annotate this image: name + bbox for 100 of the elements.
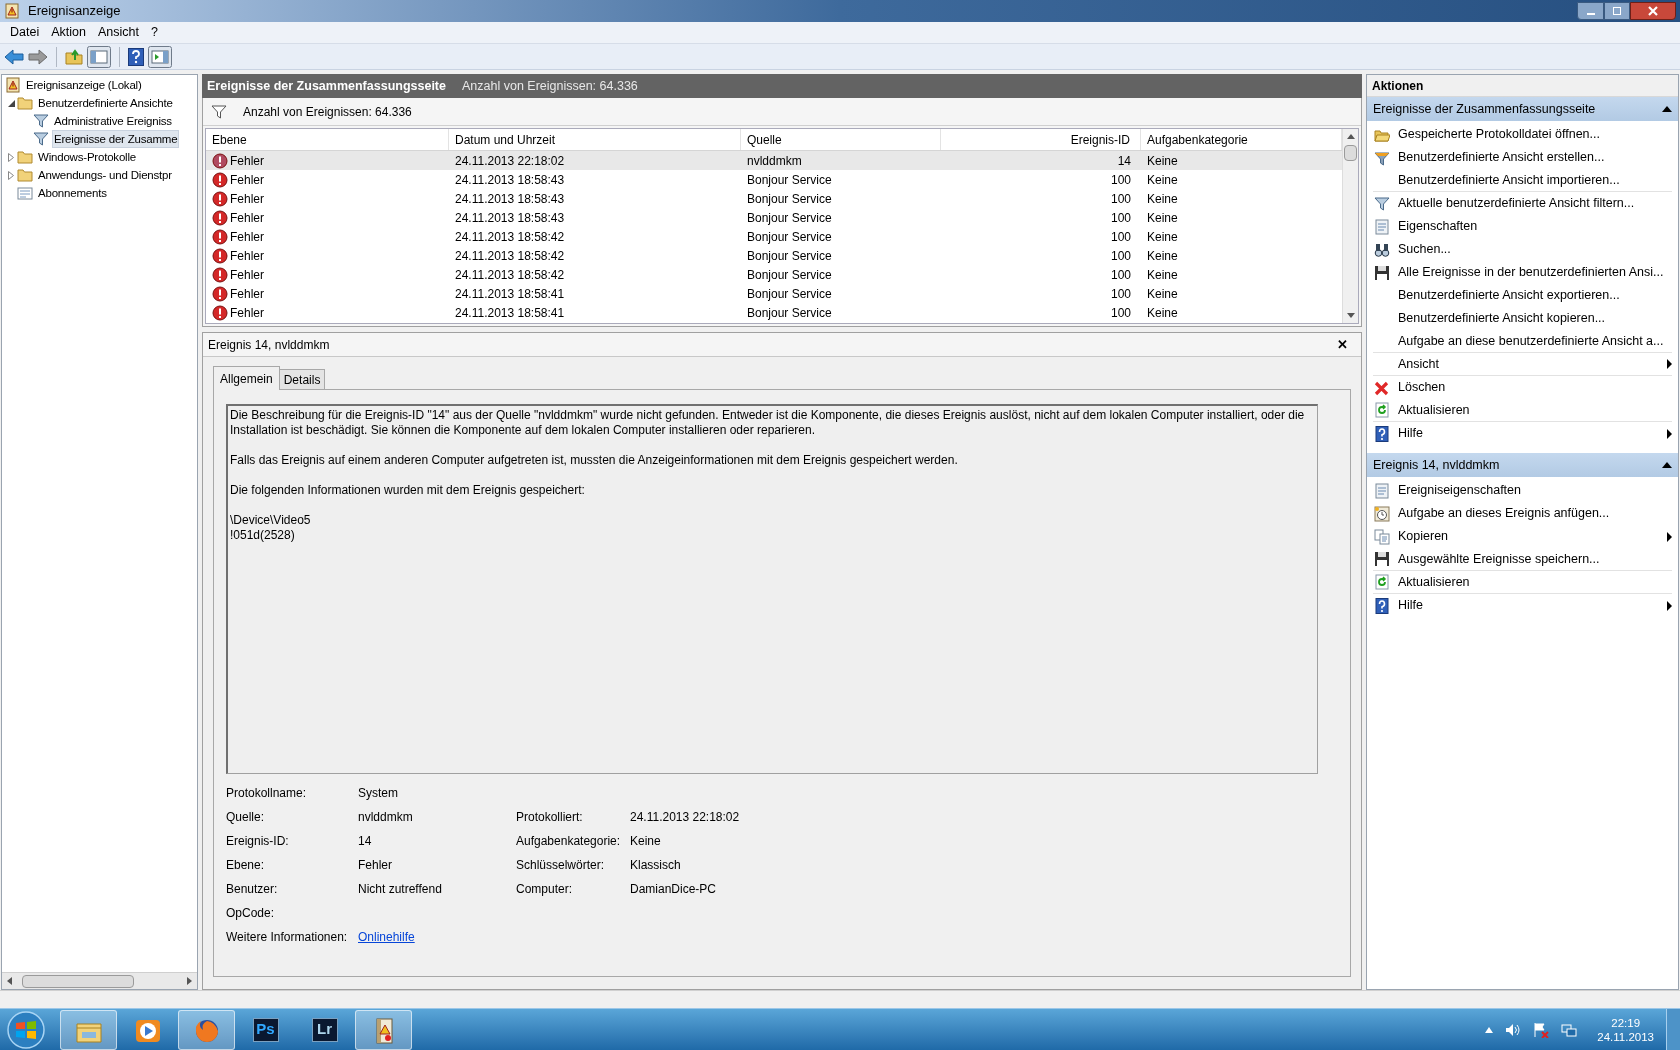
table-cell-text: Fehler [230,304,264,322]
tree-item[interactable]: Benutzerdefinierte Ansichte [36,94,175,112]
table-row[interactable]: Fehler 24.11.2013 18:58:42 Bonjour Service 100 Keine [206,246,1342,265]
section-header[interactable]: Ereignisse der Zusammenfassungsseite [1367,97,1678,121]
action-item[interactable]: Aktualisieren [1373,571,1672,594]
menu-item[interactable]: Ansicht [91,22,145,43]
network-icon[interactable] [1561,1021,1578,1038]
funnel-icon [1374,195,1390,212]
clock-date[interactable]: 24.11.2013 [1597,1029,1654,1044]
refresh-icon [1374,574,1390,590]
action-item[interactable]: Benutzerdefinierte Ansicht exportieren... [1373,284,1672,307]
folder-up-icon[interactable] [65,48,83,65]
action-item[interactable]: Suchen... [1373,238,1672,261]
action-item[interactable]: Benutzerdefinierte Ansicht kopieren... [1373,307,1672,330]
table-cell-text: Bonjour Service [746,285,833,303]
table-row[interactable]: Fehler 24.11.2013 18:58:43 Bonjour Service 100 Keine [206,189,1342,208]
expand-icon[interactable] [8,170,14,180]
close-button[interactable] [1630,2,1676,20]
field-label: Quelle: [226,810,266,825]
action-item[interactable]: Ereigniseigenschaften [1373,479,1672,502]
expand-icon[interactable] [8,152,14,162]
action-item[interactable]: Benutzerdefinierte Ansicht importieren... [1373,169,1672,192]
collapse-caret-icon[interactable] [1662,106,1672,112]
table-cell-text: Fehler [230,209,264,227]
error-icon [212,190,228,207]
action-item[interactable]: Aktualisieren [1373,399,1672,422]
field-label: Ereignis-ID: [226,834,290,849]
help-icon[interactable] [128,47,144,66]
taskbar-button[interactable] [178,1009,235,1050]
error-icon [212,152,228,169]
column-header[interactable]: Datum und Uhrzeit [449,129,741,150]
field-label: Computer: [516,882,574,897]
menu-item[interactable]: ? [144,22,164,43]
action-item[interactable]: Ausgewählte Ereignisse speichern... [1373,548,1672,571]
table-row[interactable]: Fehler 24.11.2013 18:58:42 Bonjour Service 100 Keine [206,227,1342,246]
table-cell-text: 24.11.2013 18:58:43 [454,171,566,189]
action-item[interactable]: Aufgabe an diese benutzerdefinierte Ansicht a... [1373,330,1672,353]
forward-arrow-icon[interactable] [28,48,48,65]
action-item[interactable]: Eigenschaften [1373,215,1672,238]
menu-item[interactable]: Datei [4,22,46,43]
help-link[interactable]: Onlinehilfe [358,930,415,944]
table-cell-text: 24.11.2013 18:58:43 [454,190,566,208]
taskbar-button[interactable] [355,1009,412,1050]
back-arrow-icon[interactable] [4,48,24,65]
tree-item[interactable]: Abonnements [36,184,109,202]
close-icon [1374,379,1390,396]
flag-icon[interactable] [1533,1021,1550,1038]
column-header[interactable]: Ereignis-ID [941,129,1141,150]
minimize-button[interactable] [1577,2,1604,20]
collapse-caret-icon[interactable] [1662,462,1672,468]
pane-title: Aktionen [1367,75,1678,97]
taskbar-button[interactable] [60,1009,117,1050]
table-cell-text: 100 [1109,247,1132,265]
table-cell-text: 24.11.2013 18:58:42 [454,247,566,265]
field-value: DamianDice-PC [630,882,718,897]
console-tree-icon[interactable] [87,45,111,68]
taskbar-button[interactable]: Ps [237,1009,294,1050]
action-item[interactable]: Kopieren [1373,525,1672,548]
column-header[interactable]: Ebene [206,129,449,150]
field-label: Ebene: [226,858,266,873]
close-button[interactable]: ✕ [1337,334,1348,355]
action-item[interactable]: Alle Ereignisse in der benutzerdefinierten Ansi... [1373,261,1672,284]
table-cell-text: 100 [1109,190,1132,208]
tree-item[interactable]: Ereignisse der Zusamme [52,130,180,148]
tab[interactable]: Details [278,369,326,389]
tree-item[interactable]: Anwendungs- und Dienstpr [36,166,174,184]
action-pane-icon[interactable] [148,45,172,68]
action-item[interactable]: Hilfe [1373,594,1672,617]
action-item[interactable]: Gespeicherte Protokolldatei öffnen... [1373,123,1672,146]
taskbar-button[interactable]: Lr [296,1009,353,1050]
menu-item[interactable]: Aktion [45,22,92,43]
speaker-icon[interactable] [1505,1022,1522,1037]
maximize-button[interactable] [1604,2,1630,20]
tree-item[interactable]: Ereignisanzeige (Lokal) [24,76,144,94]
tree-item[interactable]: Windows-Protokolle [36,148,139,166]
table-row[interactable]: Fehler 24.11.2013 18:58:43 Bonjour Service 100 Keine [206,170,1342,189]
funnel-icon [1374,149,1390,166]
table-row[interactable]: Fehler 24.11.2013 18:58:41 Bonjour Service 100 Keine [206,284,1342,303]
action-item[interactable]: Ansicht [1373,353,1672,376]
funnel-icon [33,113,49,129]
table-row[interactable]: Fehler 24.11.2013 18:58:41 Bonjour Service 100 Keine [206,303,1342,322]
section-header[interactable]: Ereignis 14, nvlddmkm [1367,453,1678,477]
table-cell-text: Bonjour Service [746,190,833,208]
collapse-icon[interactable] [7,99,15,107]
action-item[interactable]: Aktuelle benutzerdefinierte Ansicht filtern... [1373,192,1672,215]
tab[interactable]: Allgemein [213,366,280,390]
table-row[interactable]: Fehler 24.11.2013 22:18:02 nvlddmkm 14 Keine [206,151,1342,170]
action-item[interactable]: Hilfe [1373,422,1672,445]
table-cell-text: Fehler [230,190,264,208]
vertical-scrollbar[interactable] [1344,145,1357,161]
tree-item[interactable]: Administrative Ereigniss [52,112,174,130]
action-item[interactable]: Löschen [1373,376,1672,399]
action-item[interactable]: Aufgabe an dieses Ereignis anfügen... [1373,502,1672,525]
action-item[interactable]: Benutzerdefinierte Ansicht erstellen... [1373,146,1672,169]
column-header[interactable]: Quelle [741,129,941,150]
folder-icon [17,167,33,183]
table-row[interactable]: Fehler 24.11.2013 18:58:42 Bonjour Service 100 Keine [206,265,1342,284]
horizontal-scrollbar[interactable] [22,974,134,988]
table-row[interactable]: Fehler 24.11.2013 18:58:43 Bonjour Service 100 Keine [206,208,1342,227]
tray-expand-icon[interactable] [1485,1026,1494,1033]
